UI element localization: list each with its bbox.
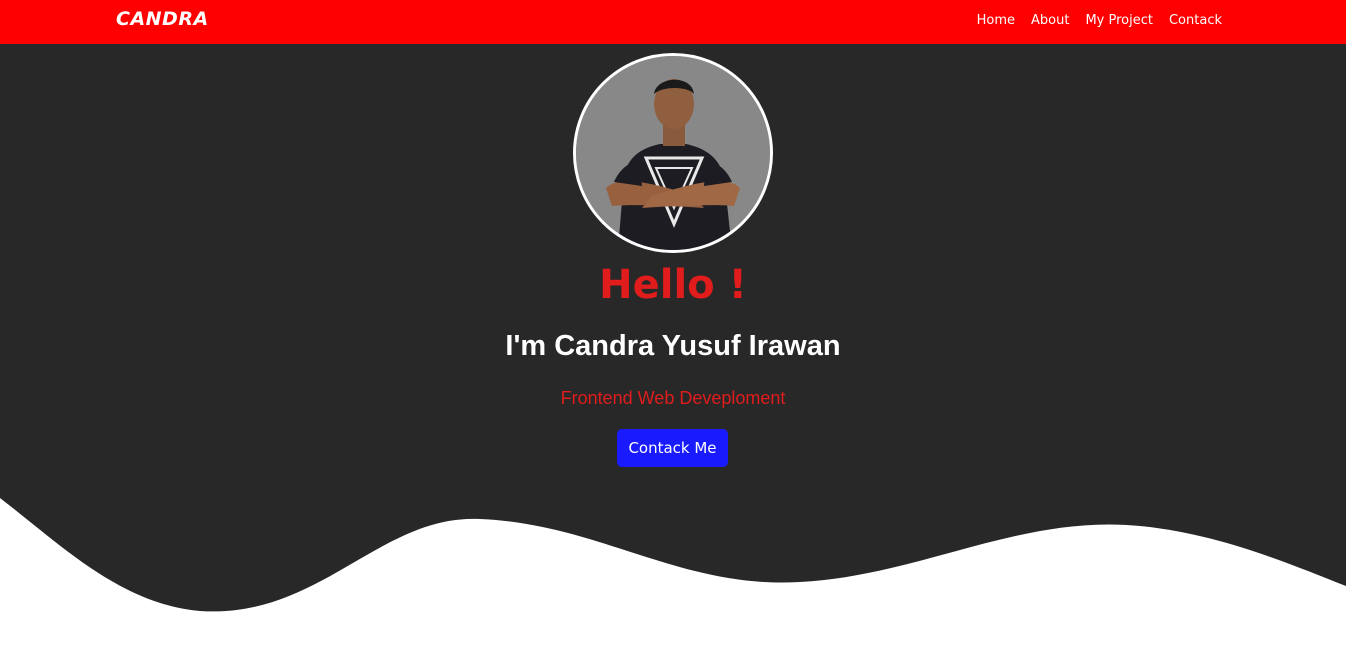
profile-avatar [573, 53, 773, 253]
profile-photo-icon [576, 56, 770, 250]
brand-logo[interactable]: CANDRA [116, 8, 209, 30]
nav-link-home[interactable]: Home [977, 13, 1015, 28]
nav-links: Home About My Project Contack [977, 13, 1222, 28]
hero-greeting: Hello ! [599, 262, 747, 308]
contact-me-button[interactable]: Contack Me [617, 429, 728, 467]
nav-link-about[interactable]: About [1031, 13, 1069, 28]
navbar: CANDRA Home About My Project Contack [0, 0, 1346, 44]
hero-role: Frontend Web Deveploment [560, 388, 786, 408]
nav-link-my-project[interactable]: My Project [1085, 13, 1153, 28]
hero-name: I'm Candra Yusuf Irawan [505, 330, 841, 362]
nav-link-contack[interactable]: Contack [1169, 13, 1222, 28]
